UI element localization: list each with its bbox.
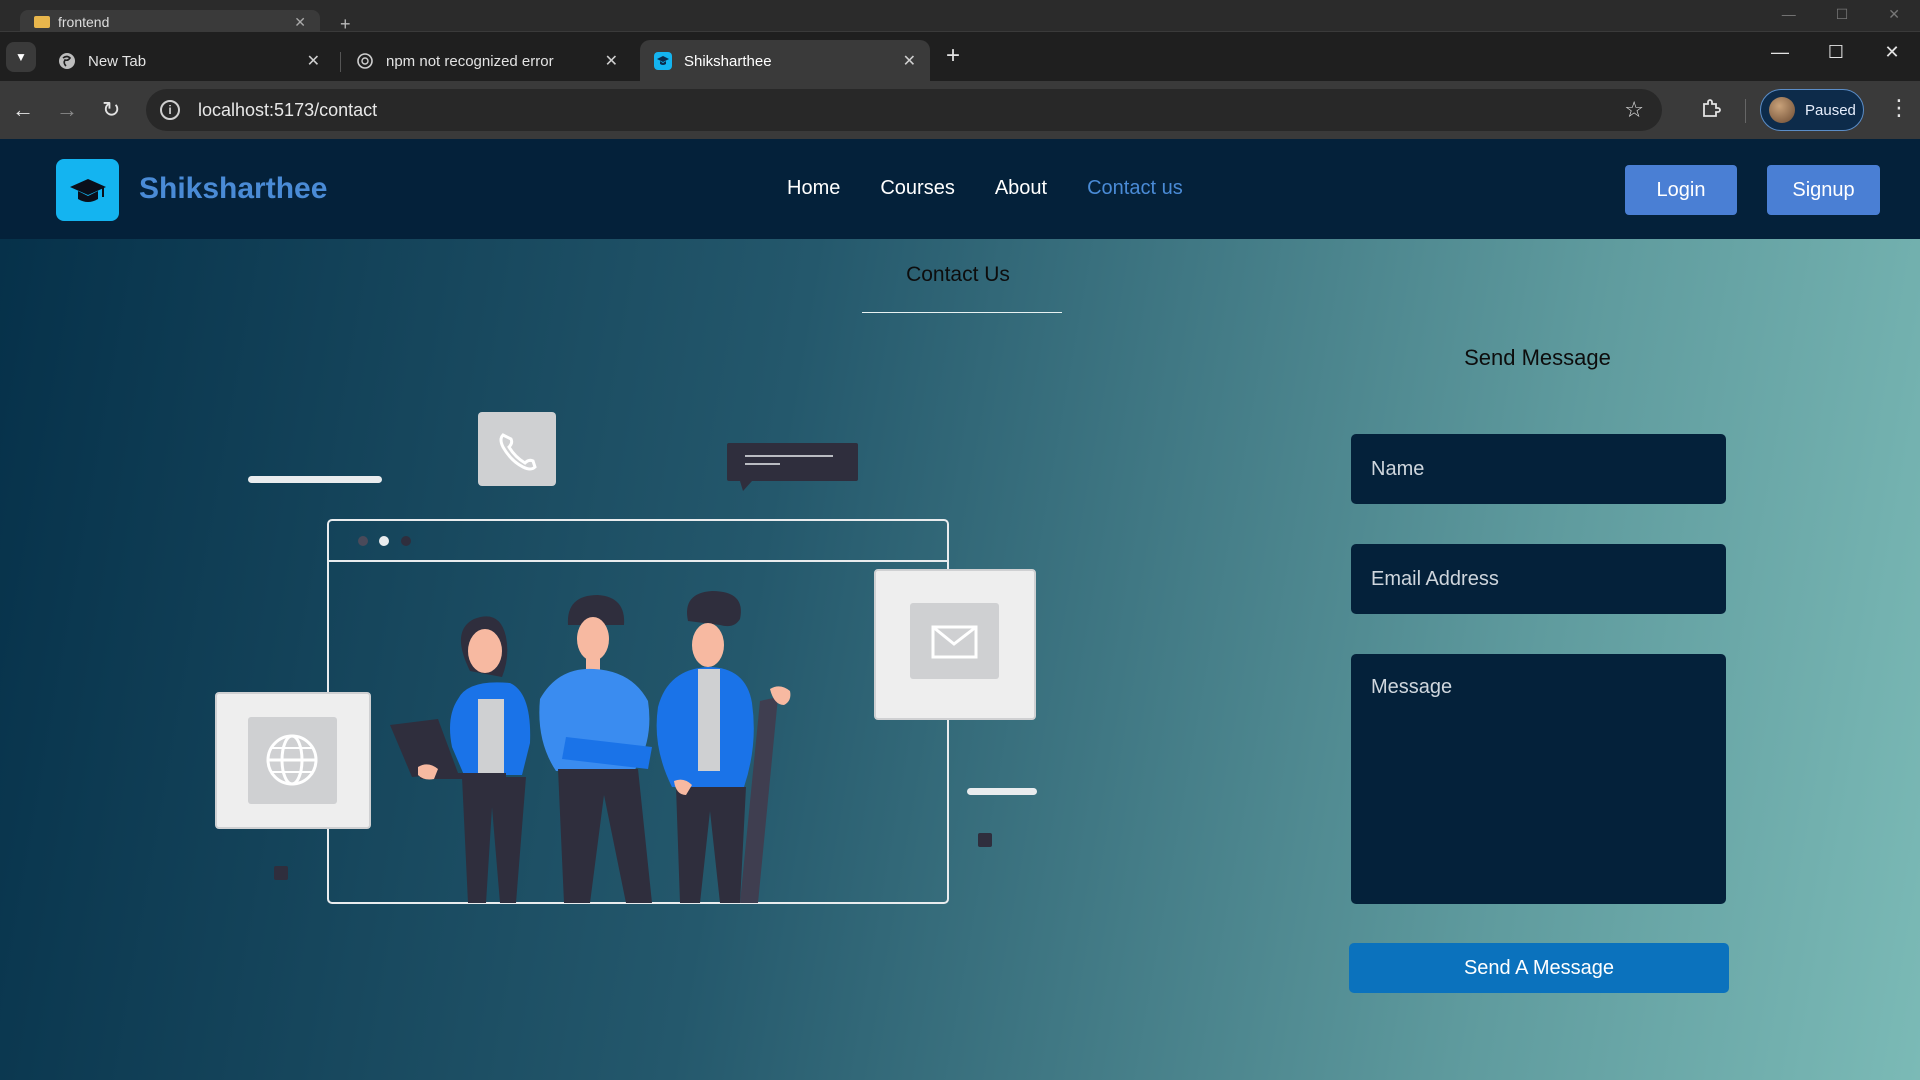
folder-icon [34,16,50,28]
close-icon[interactable]: ✕ [1888,6,1900,23]
site-info-icon[interactable]: i [160,100,180,120]
url-text[interactable]: localhost:5173/contact [198,100,377,121]
phone-icon [478,412,556,486]
close-icon[interactable]: ✕ [903,51,916,71]
bookmark-star-icon[interactable]: ☆ [1624,97,1644,123]
nav-about[interactable]: About [995,177,1047,200]
background-tab-label: frontend [58,14,110,30]
login-button[interactable]: Login [1625,165,1737,215]
close-icon[interactable]: ✕ [605,51,618,71]
profile-button[interactable]: Paused [1760,89,1864,131]
tab-label: Shiksharthee [684,52,772,70]
globe-icon [215,692,371,829]
back-arrow-icon[interactable]: ← [12,97,34,123]
title-underline [862,312,1062,313]
close-icon[interactable]: ✕ [307,51,320,71]
name-placeholder: Name [1371,457,1425,480]
mail-icon [874,569,1036,720]
address-bar[interactable]: i localhost:5173/contact ☆ [146,89,1662,131]
tab-search-button[interactable]: ▼ [6,42,36,72]
message-textarea[interactable]: Message [1351,654,1726,904]
tab-bar: ▼ New Tab ✕ npm not recognized error ✕ S… [0,31,1920,82]
profile-status: Paused [1805,101,1856,119]
window-controls: — ☐ ✕ [1752,42,1920,63]
name-input[interactable]: Name [1351,434,1726,504]
email-placeholder: Email Address [1371,567,1499,590]
background-window: frontend ✕ + — ☐ ✕ [0,0,1920,34]
more-menu-icon[interactable]: ⋮ [1888,95,1910,121]
people-group [390,591,791,903]
page-title: Contact Us [906,263,1010,286]
tab-label: npm not recognized error [386,52,554,70]
toolbar-separator [1745,99,1746,123]
tab-label: New Tab [88,52,147,70]
nav-home[interactable]: Home [787,177,840,200]
reload-icon[interactable]: ↻ [102,97,120,123]
close-icon[interactable]: ✕ [294,14,306,31]
tab-new-tab[interactable]: New Tab ✕ [44,40,334,82]
chevron-down-icon: ▼ [15,50,27,64]
nav-courses[interactable]: Courses [880,177,954,200]
minimize-icon[interactable]: — [1752,42,1808,63]
brand-name[interactable]: Shiksharthee [139,172,327,206]
tab-npm-error[interactable]: npm not recognized error ✕ [342,40,632,82]
form-title: Send Message [1464,345,1611,370]
nav-contact[interactable]: Contact us [1087,177,1183,200]
tab-separator [340,52,341,72]
tab-shiksharthee[interactable]: Shiksharthee ✕ [640,40,930,82]
main-nav: Home Courses About Contact us [787,177,1183,200]
background-window-controls: — ☐ ✕ [1782,6,1900,23]
contact-illustration [215,412,1037,904]
openai-icon [356,52,374,70]
globe-icon [58,52,76,70]
page-content: Shiksharthee Home Courses About Contact … [0,139,1920,1080]
message-placeholder: Message [1371,676,1453,698]
site-navbar: Shiksharthee Home Courses About Contact … [0,139,1920,239]
maximize-icon[interactable]: ☐ [1836,6,1849,23]
graduation-cap-icon [654,52,672,70]
avatar [1769,97,1795,123]
minimize-icon[interactable]: — [1782,6,1796,23]
graduation-cap-icon [69,179,106,202]
signup-button[interactable]: Signup [1767,165,1880,215]
new-tab-button[interactable]: + [946,42,960,70]
extensions-puzzle-icon[interactable] [1700,97,1722,125]
brand-logo[interactable] [56,159,119,221]
send-message-button[interactable]: Send A Message [1349,943,1729,993]
forward-arrow-icon[interactable]: → [56,97,78,123]
chat-bubble-icon [727,443,858,491]
browser-toolbar: ← → ↻ i localhost:5173/contact ☆ Paused … [0,81,1920,139]
maximize-icon[interactable]: ☐ [1808,42,1864,63]
email-input[interactable]: Email Address [1351,544,1726,614]
close-window-icon[interactable]: ✕ [1864,42,1920,63]
